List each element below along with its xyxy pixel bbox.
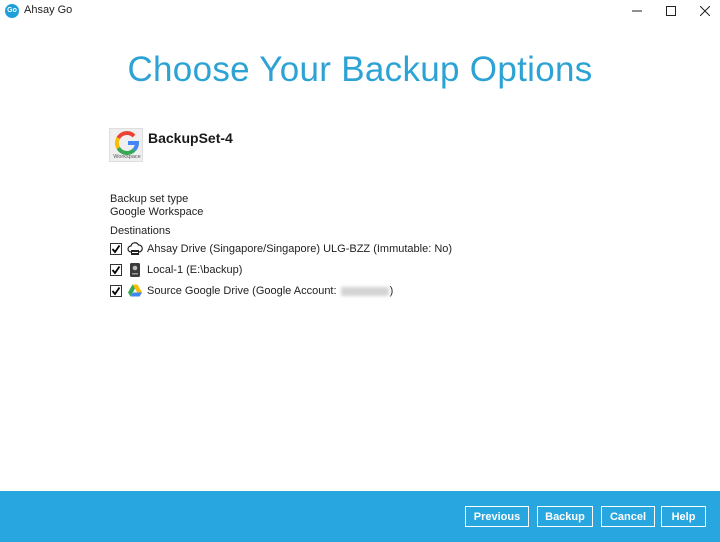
backup-set-name: BackupSet-4 — [148, 130, 233, 146]
destination-checkbox[interactable] — [110, 243, 122, 255]
destination-label: Ahsay Drive (Singapore/Singapore) ULG-BZ… — [147, 243, 453, 255]
destination-item: Ahsay Drive (Singapore/Singapore) ULG-BZ… — [110, 240, 452, 258]
previous-button[interactable]: Previous — [465, 506, 529, 527]
local-drive-icon — [127, 262, 143, 278]
app-logo-icon: Go — [5, 4, 19, 18]
close-icon — [700, 6, 710, 16]
window-title: Ahsay Go — [24, 4, 73, 16]
destination-label: Local-1 (E:\backup) — [147, 264, 243, 276]
checkmark-icon — [111, 286, 121, 296]
destination-item: Local-1 (E:\backup) — [110, 261, 242, 279]
redacted-account — [340, 286, 389, 296]
google-drive-icon — [127, 283, 143, 299]
maximize-button[interactable] — [654, 0, 688, 22]
minimize-button[interactable] — [620, 0, 654, 22]
google-workspace-logo-icon: Workspace — [109, 128, 143, 162]
checkmark-icon — [111, 244, 121, 254]
destination-label: Source Google Drive (Google Account: ) — [147, 285, 394, 297]
destination-item: Source Google Drive (Google Account: ) — [110, 282, 393, 300]
backup-button[interactable]: Backup — [537, 506, 593, 527]
minimize-icon — [632, 10, 642, 12]
maximize-icon — [666, 6, 676, 16]
cloud-drive-icon — [127, 241, 143, 257]
title-bar: Go Ahsay Go — [0, 0, 720, 22]
page-title: Choose Your Backup Options — [127, 50, 593, 89]
set-type-value: Google Workspace — [110, 206, 204, 218]
logo-caption: Workspace — [113, 154, 141, 160]
cancel-button[interactable]: Cancel — [601, 506, 655, 527]
destination-checkbox[interactable] — [110, 285, 122, 297]
destinations-label: Destinations — [110, 225, 171, 237]
help-button[interactable]: Help — [661, 506, 706, 527]
set-type-label: Backup set type — [110, 193, 189, 205]
destination-checkbox[interactable] — [110, 264, 122, 276]
checkmark-icon — [111, 265, 121, 275]
close-button[interactable] — [688, 0, 720, 22]
